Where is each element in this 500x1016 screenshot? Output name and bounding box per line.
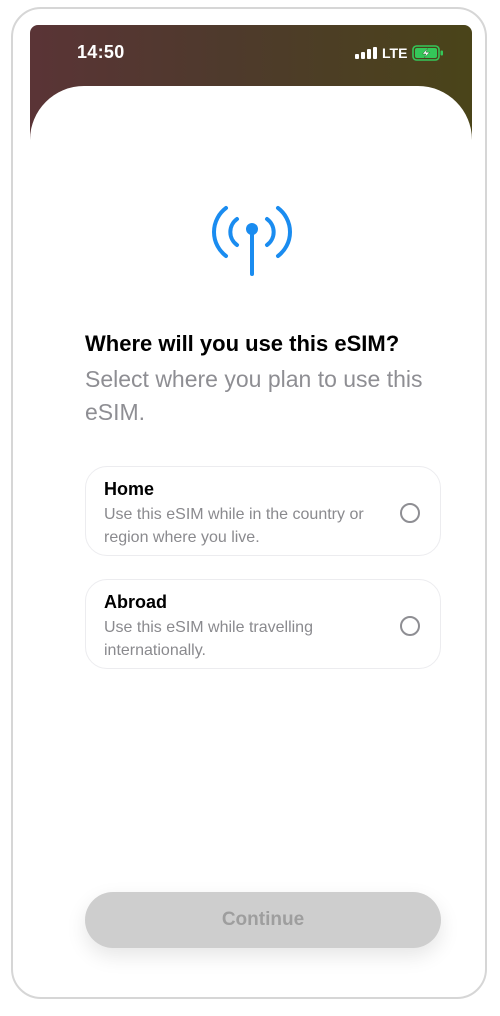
page-subtitle: Select where you plan to use this eSIM. bbox=[85, 366, 423, 425]
option-abroad-title: Abroad bbox=[104, 592, 167, 612]
page-title: Where will you use this eSIM? bbox=[85, 331, 400, 356]
antenna-signal-icon bbox=[207, 195, 297, 295]
option-home[interactable]: Home Use this eSIM while in the country … bbox=[85, 466, 441, 556]
screen: 14:50 LTE Where will you use this eSIM? … bbox=[30, 25, 472, 987]
phone-frame: 14:50 LTE Where will you use this eSIM? … bbox=[11, 7, 487, 999]
signal-bars-icon bbox=[355, 47, 377, 59]
battery-charging-icon bbox=[412, 45, 444, 61]
continue-button[interactable]: Continue bbox=[85, 892, 441, 948]
status-bar: 14:50 LTE bbox=[30, 25, 472, 81]
network-type: LTE bbox=[382, 45, 408, 61]
option-abroad-description: Use this eSIM while travelling internati… bbox=[104, 619, 313, 659]
option-home-description: Use this eSIM while in the country or re… bbox=[104, 506, 364, 546]
option-abroad-radio[interactable] bbox=[400, 616, 420, 636]
option-home-radio[interactable] bbox=[400, 503, 420, 523]
option-home-title: Home bbox=[104, 479, 155, 499]
option-abroad[interactable]: Abroad Use this eSIM while travelling in… bbox=[85, 579, 441, 669]
status-time: 14:50 bbox=[77, 42, 125, 62]
